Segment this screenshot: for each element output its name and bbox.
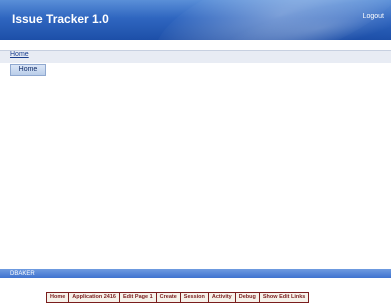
page: Issue Tracker 1.0 Logout Home Home DBAKE… xyxy=(0,0,391,308)
dev-application-button[interactable]: Application 2416 xyxy=(69,293,120,302)
dev-debug-button[interactable]: Debug xyxy=(236,293,260,302)
tab-home[interactable]: Home xyxy=(10,64,46,76)
app-title: Issue Tracker 1.0 xyxy=(12,12,109,26)
developer-toolbar: Home Application 2416 Edit Page 1 Create… xyxy=(46,292,310,303)
user-bar xyxy=(0,269,391,278)
current-user: DBAKER xyxy=(10,271,35,277)
breadcrumb-home-link[interactable]: Home xyxy=(10,51,29,58)
dev-session-button[interactable]: Session xyxy=(181,293,209,302)
dev-create-button[interactable]: Create xyxy=(157,293,181,302)
dev-show-edit-links-button[interactable]: Show Edit Links xyxy=(260,293,308,302)
dev-home-button[interactable]: Home xyxy=(47,293,70,302)
dev-edit-page-button[interactable]: Edit Page 1 xyxy=(120,293,157,302)
dev-activity-button[interactable]: Activity xyxy=(209,293,236,302)
app-header: Issue Tracker 1.0 Logout xyxy=(0,0,391,40)
breadcrumb-bar xyxy=(0,50,391,63)
main-content xyxy=(10,80,382,265)
logout-link[interactable]: Logout xyxy=(363,13,384,20)
